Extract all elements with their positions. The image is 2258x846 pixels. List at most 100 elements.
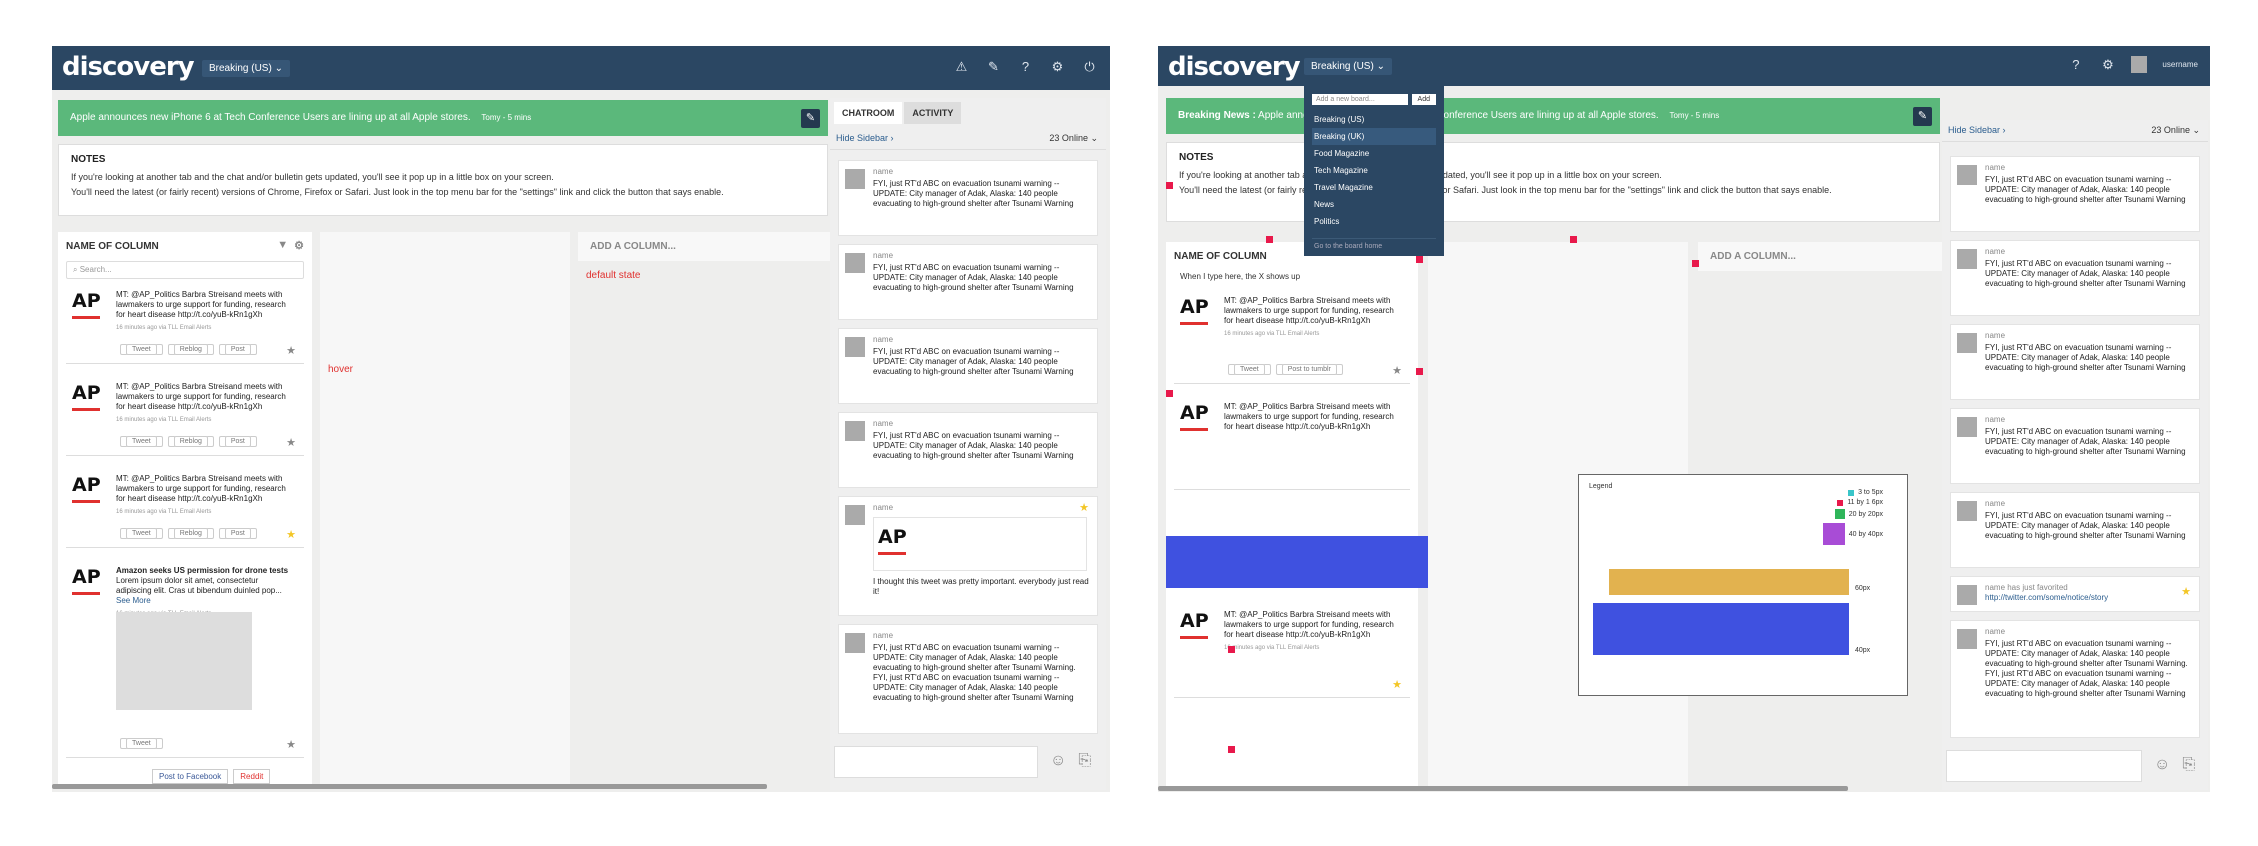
attach-icon[interactable]: ⎘ bbox=[1078, 752, 1091, 770]
reblog-button[interactable]: Reblog bbox=[167, 528, 214, 539]
emoji-icon[interactable]: ☺ bbox=[2154, 756, 2170, 774]
help-icon[interactable]: ? bbox=[2067, 56, 2084, 73]
message-author: name bbox=[1985, 247, 2006, 256]
attach-icon[interactable]: ⎘ bbox=[2182, 756, 2195, 774]
notes-line-1: If you're looking at another tab and the… bbox=[71, 172, 554, 182]
marker bbox=[1228, 746, 1235, 753]
board-dropdown: Add a new board... Add Breaking (US) Bre… bbox=[1304, 86, 1444, 256]
hide-sidebar-link[interactable]: Hide Sidebar bbox=[1948, 125, 2000, 135]
list-item[interactable]: AP MT: @AP_Politics Barbra Streisand mee… bbox=[66, 282, 304, 364]
image-placeholder bbox=[116, 612, 252, 710]
board-home-link[interactable]: Go to the board home bbox=[1312, 238, 1436, 254]
list-item[interactable]: AP MT: @AP_Politics Barbra Streisand mee… bbox=[66, 374, 304, 456]
star-icon[interactable]: ★ bbox=[286, 528, 296, 541]
add-board-button[interactable]: Add bbox=[1411, 94, 1436, 105]
edit-alert-button[interactable]: ✎ bbox=[1913, 107, 1932, 126]
post-facebook-button[interactable]: Post to Facebook bbox=[152, 769, 229, 784]
list-item[interactable]: AP MT: @AP_Politics Barbra Streisand mee… bbox=[1174, 394, 1410, 490]
top-bar: discovery Breaking (US) ⌄ ? ⚙ username bbox=[1158, 46, 2210, 86]
star-icon[interactable]: ★ bbox=[286, 738, 296, 751]
add-column[interactable]: ADD A COLUMN... bbox=[1698, 242, 1944, 271]
message-text: FYI, just RT'd ABC on evacuation tsunami… bbox=[1985, 639, 2188, 698]
board-option[interactable]: News bbox=[1312, 196, 1436, 213]
board-option[interactable]: Travel Magazine bbox=[1312, 179, 1436, 196]
gear-icon[interactable]: ⚙ bbox=[2099, 56, 2116, 73]
username[interactable]: username bbox=[2162, 56, 2198, 73]
legend-bar-60 bbox=[1609, 569, 1849, 595]
hide-sidebar-link[interactable]: Hide Sidebar bbox=[836, 133, 888, 143]
board-selector[interactable]: Breaking (US) ⌄ bbox=[1304, 58, 1392, 75]
chat-message: name FYI, just RT'd ABC on evacuation tsu… bbox=[838, 160, 1098, 236]
board-option[interactable]: Politics bbox=[1312, 213, 1436, 230]
list-item[interactable]: AP MT: @AP_Politics Barbra Streisand mee… bbox=[1174, 288, 1410, 384]
tweet-button[interactable]: Tweet bbox=[1228, 364, 1271, 375]
online-count[interactable]: 23 Online ⌄ bbox=[2151, 125, 2200, 136]
star-icon[interactable]: ★ bbox=[1392, 678, 1402, 691]
tweet-button[interactable]: Tweet bbox=[120, 344, 163, 355]
post-button[interactable]: Post bbox=[218, 436, 257, 447]
star-icon[interactable]: ★ bbox=[286, 344, 296, 357]
online-count[interactable]: 23 Online ⌄ bbox=[1049, 133, 1098, 144]
column-settings-icon[interactable]: ⚙ bbox=[294, 239, 304, 252]
favorited-notice: name has just favorited http://twitter.co… bbox=[1950, 576, 2200, 612]
default-state-label: default state bbox=[586, 270, 641, 281]
post-button[interactable]: Post bbox=[218, 344, 257, 355]
star-icon[interactable]: ★ bbox=[1392, 364, 1402, 377]
board-selector[interactable]: Breaking (US) ⌄ bbox=[202, 60, 290, 77]
horizontal-scrollbar[interactable] bbox=[52, 784, 767, 789]
add-column[interactable]: ADD A COLUMN... bbox=[578, 232, 838, 261]
edit-icon[interactable]: ✎ bbox=[985, 58, 1002, 75]
tweet-button[interactable]: Tweet bbox=[120, 528, 163, 539]
tweet-button[interactable]: Tweet bbox=[120, 738, 163, 749]
board-option[interactable]: Food Magazine bbox=[1312, 145, 1436, 162]
column: NAME OF COLUMN When I type here, the X s… bbox=[1166, 242, 1428, 790]
search-input[interactable]: ⌕ Search... bbox=[66, 261, 304, 279]
see-more-link[interactable]: See More bbox=[116, 596, 151, 605]
list-item[interactable]: AP MT: @AP_Politics Barbra Streisand mee… bbox=[1174, 602, 1410, 698]
list-item[interactable]: AP MT: @AP_Politics Barbra Streisand mee… bbox=[66, 466, 304, 548]
star-icon[interactable]: ★ bbox=[2181, 585, 2191, 598]
board-option[interactable]: Breaking (UK) bbox=[1312, 128, 1436, 145]
emoji-icon[interactable]: ☺ bbox=[1050, 752, 1066, 770]
post-tumblr-button[interactable]: Post to tumblr bbox=[1275, 364, 1343, 375]
marker bbox=[1692, 260, 1699, 267]
legend-item: 3 to 5px bbox=[1848, 489, 1883, 496]
post-label: Post bbox=[224, 436, 251, 447]
reddit-button[interactable]: Reddit bbox=[233, 769, 271, 784]
post-button[interactable]: Post bbox=[218, 528, 257, 539]
marker bbox=[1228, 646, 1235, 653]
search-placeholder: Search... bbox=[79, 265, 112, 274]
tab-chatroom[interactable]: CHATROOM bbox=[834, 102, 903, 124]
edit-alert-button[interactable]: ✎ bbox=[801, 109, 820, 128]
filter-icon[interactable]: ▼ bbox=[277, 239, 288, 252]
legend-item: 20 by 20px bbox=[1834, 509, 1883, 519]
gear-icon[interactable]: ⚙ bbox=[1049, 58, 1066, 75]
chat-input[interactable] bbox=[1946, 750, 2142, 782]
message-text: FYI, just RT'd ABC on evacuation tsunami… bbox=[1985, 259, 2186, 288]
tab-activity[interactable]: ACTIVITY bbox=[904, 102, 962, 124]
warning-icon[interactable]: ⚠ bbox=[953, 58, 970, 75]
card-text: MT: @AP_Politics Barbra Streisand meets … bbox=[1224, 296, 1394, 325]
list-item[interactable]: AP Amazon seeks US permission for drone … bbox=[66, 558, 304, 758]
tweet-button[interactable]: Tweet bbox=[120, 436, 163, 447]
logo: discovery bbox=[62, 52, 195, 82]
help-icon[interactable]: ? bbox=[1017, 58, 1034, 75]
favorited-link[interactable]: http://twitter.com/some/notice/story bbox=[1985, 593, 2193, 603]
ap-logo: AP bbox=[72, 382, 104, 416]
reblog-button[interactable]: Reblog bbox=[167, 344, 214, 355]
logo: discovery bbox=[1168, 52, 1301, 82]
reblog-button[interactable]: Reblog bbox=[167, 436, 214, 447]
column-title: NAME OF COLUMN bbox=[1174, 251, 1267, 262]
board-option[interactable]: Breaking (US) bbox=[1312, 111, 1436, 128]
star-icon[interactable]: ★ bbox=[286, 436, 296, 449]
new-board-input[interactable]: Add a new board... bbox=[1312, 94, 1408, 105]
board-option[interactable]: Tech Magazine bbox=[1312, 162, 1436, 179]
message-author: name bbox=[1985, 331, 2006, 340]
post-label: Post bbox=[224, 528, 251, 539]
online-label: 23 Online bbox=[2151, 125, 2190, 135]
power-icon[interactable]: ⏻ bbox=[1081, 58, 1098, 75]
alert-time: Tomy - 5 mins bbox=[1669, 111, 1720, 120]
chat-input[interactable] bbox=[834, 746, 1038, 778]
horizontal-scrollbar[interactable] bbox=[1158, 786, 1848, 791]
star-icon[interactable]: ★ bbox=[1079, 501, 1089, 514]
